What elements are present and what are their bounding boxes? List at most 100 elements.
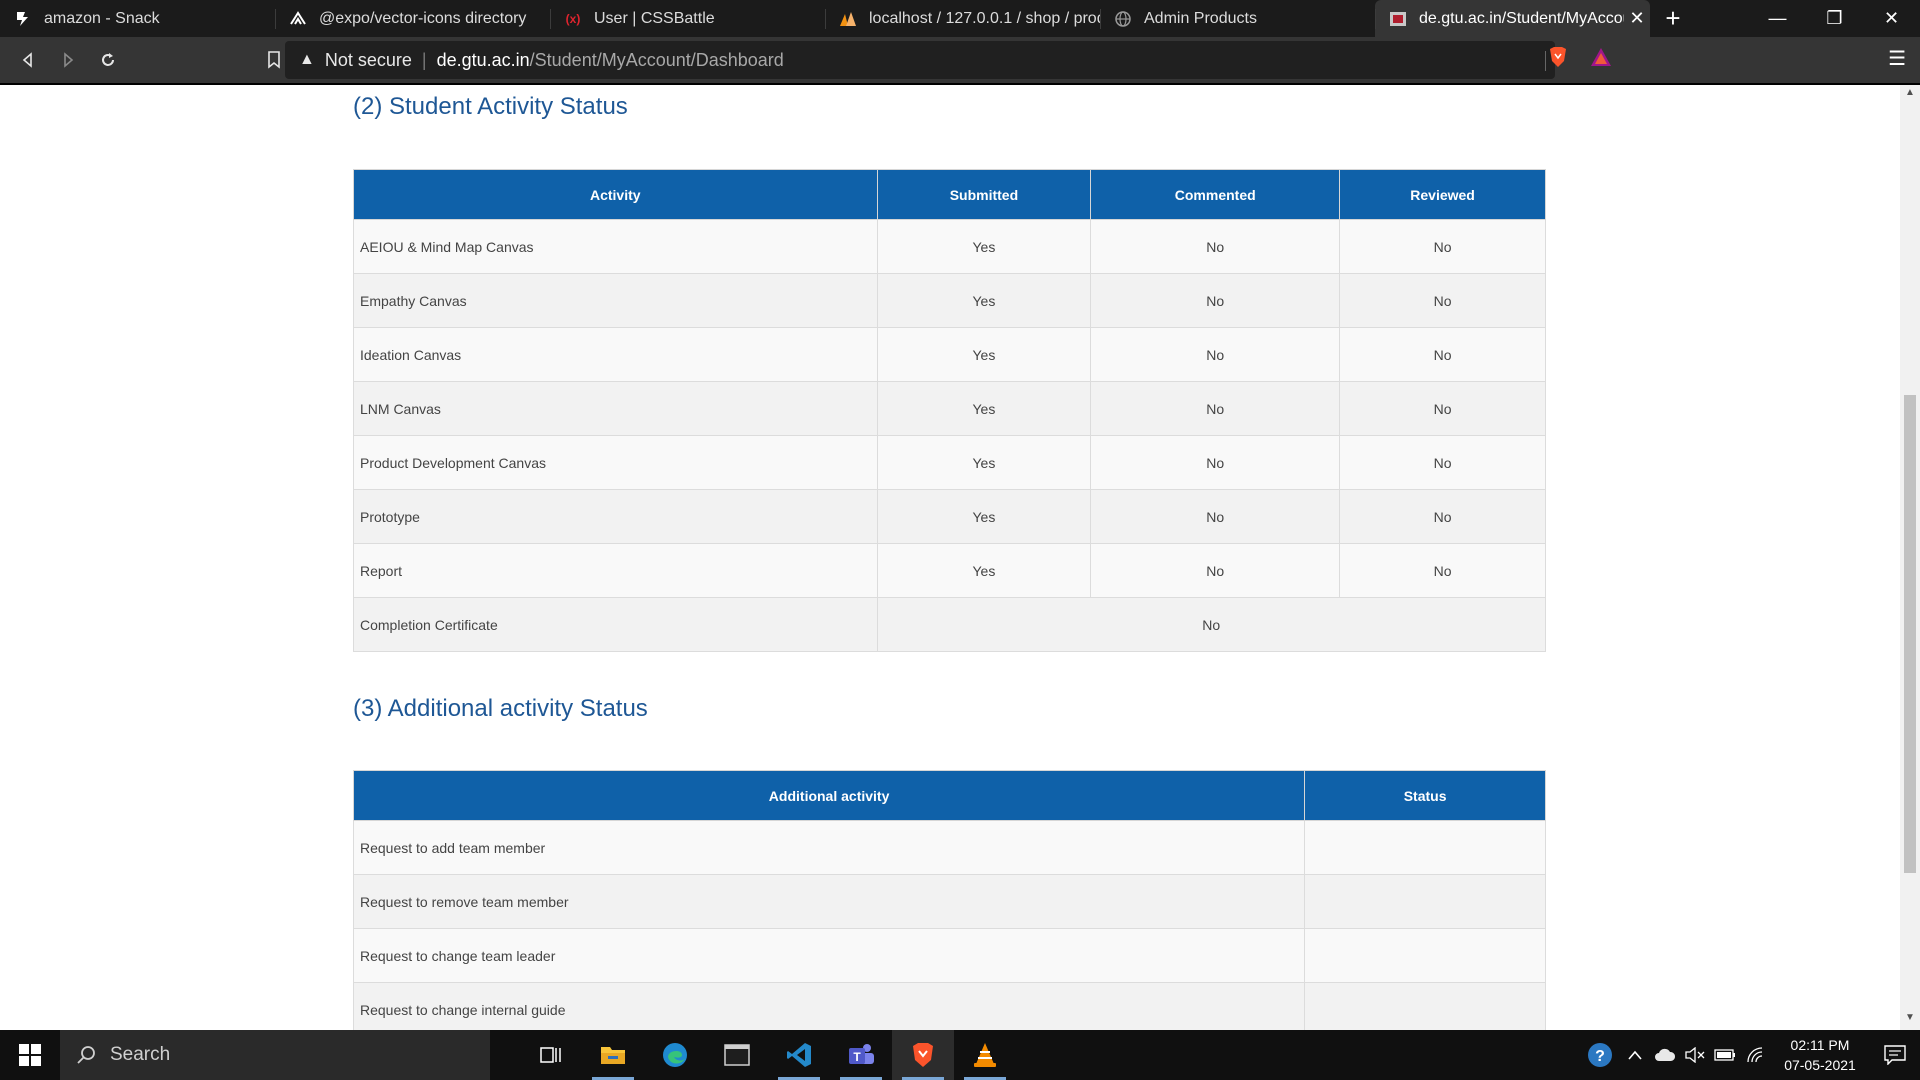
activity-cell: Ideation Canvas [353,327,878,382]
status-cell [1304,874,1546,929]
tab-title: localhost / 127.0.0.1 / shop / products [869,9,1100,27]
vscode-icon[interactable] [768,1030,830,1080]
warning-icon: ▲ [299,51,315,68]
chevron-up-icon[interactable] [1620,1050,1650,1060]
table-row: Report Yes No No [353,543,1546,598]
address-bar[interactable]: ▲ Not secure | de.gtu.ac.in /Student/MyA… [285,41,1555,79]
commented-cell: No [1090,273,1341,328]
reviewed-cell: No [1339,489,1546,544]
url-host: de.gtu.ac.in [436,49,530,70]
back-button[interactable] [8,42,48,78]
start-button[interactable] [0,1030,60,1080]
page-content: (2) Student Activity Status Activity Sub… [0,85,1900,1030]
gtu-icon [1389,10,1407,28]
commented-cell: No [1090,219,1341,274]
teams-icon[interactable]: T [830,1030,892,1080]
tab-cssbattle[interactable]: (x) User | CSSBattle [550,0,825,37]
reviewed-cell: No [1339,327,1546,382]
tab-phpmyadmin[interactable]: localhost / 127.0.0.1 / shop / products [825,0,1100,37]
tab-title: de.gtu.ac.in/Student/MyAccount/Dashboard [1419,9,1624,27]
col-header-status: Status [1304,770,1546,821]
reviewed-cell: No [1339,381,1546,436]
new-tab-button[interactable]: + [1650,0,1696,37]
vlc-icon[interactable] [954,1030,1016,1080]
col-header-submitted: Submitted [876,169,1092,220]
tab-amazon-snack[interactable]: amazon - Snack [0,0,275,37]
reload-icon [102,53,114,66]
close-tab-icon[interactable]: ✕ [1624,8,1650,29]
file-explorer-icon[interactable] [582,1030,644,1080]
url-path: /Student/MyAccount/Dashboard [529,49,784,70]
table-row: Request to add team member [352,820,1546,875]
minimize-icon[interactable]: — [1749,0,1806,37]
scroll-down-icon[interactable]: ▼ [1900,1012,1920,1028]
activity-cell: AEIOU & Mind Map Canvas [353,219,878,274]
commented-cell: No [1090,381,1341,436]
expo-icon [289,10,307,28]
taskbar-clock[interactable]: 02:11 PM 07-05-2021 [1770,1035,1870,1075]
reviewed-cell: No [1339,543,1546,598]
edge-icon[interactable] [644,1030,706,1080]
certificate-label: Completion Certificate [353,597,878,652]
address-separator: | [421,49,427,70]
notification-center-icon[interactable] [1870,1045,1920,1065]
submitted-cell: Yes [876,219,1092,274]
vertical-scrollbar[interactable]: ▲ ▼ [1900,85,1920,1030]
submitted-cell: Yes [876,273,1092,328]
certificate-status: No [876,597,1546,652]
submitted-cell: Yes [876,543,1092,598]
table-row: Request to change team leader [352,928,1546,983]
activity-cell: Request to change team leader [352,928,1306,983]
forward-button[interactable] [48,42,88,78]
commented-cell: No [1090,435,1341,490]
section2-title: (2) Student Activity Status [353,93,628,120]
taskbar-search[interactable]: Search [60,1030,490,1080]
svg-text:T: T [853,1050,861,1064]
taskbar: Search T ? 02:11 PM 07-05-2021 [0,1030,1920,1080]
volume-muted-icon[interactable] [1680,1047,1710,1063]
status-cell [1304,982,1546,1030]
activity-cell: Prototype [353,489,878,544]
tab-admin-products[interactable]: Admin Products [1100,0,1375,37]
table-row: Product Development Canvas Yes No No [353,435,1546,490]
back-arrow-icon [22,52,32,68]
brave-icon[interactable] [892,1030,954,1080]
restore-icon[interactable]: ❐ [1806,0,1863,37]
table-row: AEIOU & Mind Map Canvas Yes No No [353,219,1546,274]
activity-cell: Report [353,543,878,598]
tab-gtu-dashboard[interactable]: de.gtu.ac.in/Student/MyAccount/Dashboard… [1375,0,1650,37]
table-row: Prototype Yes No No [353,489,1546,544]
table-row: Request to remove team member [352,874,1546,929]
brave-rewards-icon[interactable] [1590,47,1612,72]
tab-expo-vector-icons[interactable]: @expo/vector-icons directory [275,0,550,37]
terminal-icon[interactable] [706,1030,768,1080]
table-row: Ideation Canvas Yes No No [353,327,1546,382]
tab-title: User | CSSBattle [594,9,715,27]
task-view-icon[interactable] [520,1030,582,1080]
toolbar-divider [1545,51,1546,71]
help-icon[interactable]: ? [1580,1042,1620,1068]
tab-title: Admin Products [1144,9,1257,27]
wifi-icon[interactable] [1740,1047,1770,1063]
scrollbar-thumb[interactable] [1904,395,1916,873]
cssbattle-icon: (x) [565,11,581,26]
system-tray: ? 02:11 PM 07-05-2021 [1580,1030,1920,1080]
commented-cell: No [1090,327,1341,382]
phpmyadmin-icon [839,10,857,28]
browser-menu-icon[interactable]: ☰ [1888,46,1906,71]
onedrive-cloud-icon[interactable] [1650,1048,1680,1062]
submitted-cell: Yes [876,435,1092,490]
status-cell [1304,820,1546,875]
tab-title: amazon - Snack [44,9,160,27]
activity-cell: Request to add team member [352,820,1306,875]
reload-button[interactable] [88,42,128,78]
reviewed-cell: No [1339,219,1546,274]
table-row: LNM Canvas Yes No No [353,381,1546,436]
svg-text:?: ? [1595,1048,1605,1065]
table-row: Empathy Canvas Yes No No [353,273,1546,328]
scroll-up-icon[interactable]: ▲ [1900,87,1920,103]
activity-cell: Product Development Canvas [353,435,878,490]
battery-icon[interactable] [1710,1049,1740,1061]
brave-shields-icon[interactable] [1548,46,1568,73]
window-close-icon[interactable]: ✕ [1863,0,1920,37]
